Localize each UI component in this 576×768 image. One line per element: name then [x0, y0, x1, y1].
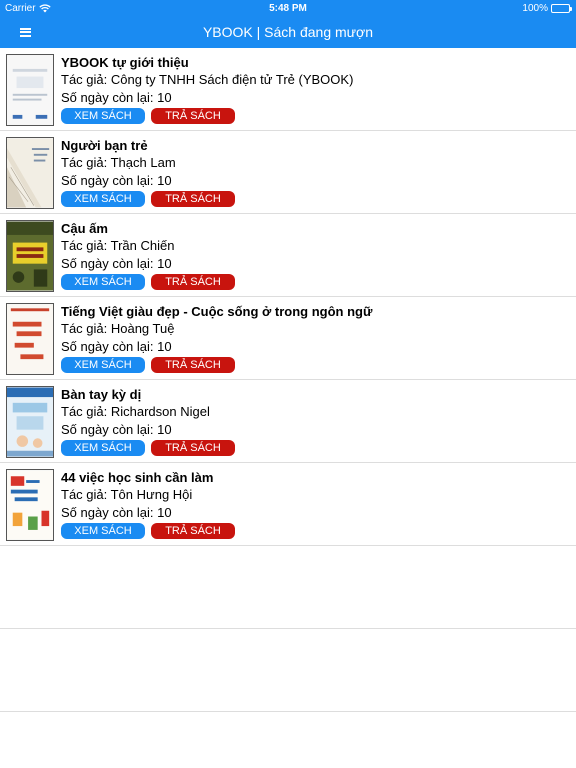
book-cover-image-icon	[7, 221, 53, 291]
book-row: 44 việc học sinh cần làm Tác giả: Tôn Hư…	[0, 463, 576, 546]
return-book-button[interactable]: TRẢ SÁCH	[151, 191, 235, 207]
top-bar: Carrier 5:48 PM 100% YBOOK | Sách đang m…	[0, 0, 576, 48]
battery-info: 100%	[522, 3, 572, 14]
book-title: Người bạn trẻ	[61, 138, 148, 153]
return-book-button[interactable]: TRẢ SÁCH	[151, 357, 235, 373]
status-time: 5:48 PM	[269, 3, 307, 14]
view-book-button[interactable]: XEM SÁCH	[61, 523, 145, 539]
book-cover[interactable]	[6, 137, 54, 209]
book-title: YBOOK tự giới thiệu	[61, 55, 189, 70]
book-cover-image-icon	[7, 304, 53, 374]
empty-row	[0, 629, 576, 712]
book-cover[interactable]	[6, 303, 54, 375]
view-book-button[interactable]: XEM SÁCH	[61, 440, 145, 456]
book-cover-image-icon	[7, 138, 53, 208]
book-days-left: Số ngày còn lại: 10	[61, 422, 172, 437]
view-book-button[interactable]: XEM SÁCH	[61, 191, 145, 207]
status-bar: Carrier 5:48 PM 100%	[0, 0, 576, 16]
book-author: Tác giả: Thạch Lam	[61, 155, 176, 170]
page-title: YBOOK | Sách đang mượn	[202, 24, 374, 40]
book-row: Bàn tay kỳ dị Tác giả: Richardson Nigel …	[0, 380, 576, 463]
book-author: Tác giả: Tôn Hưng Hội	[61, 487, 193, 502]
book-cover[interactable]	[6, 220, 54, 292]
battery-percent: 100%	[522, 3, 548, 14]
book-days-left: Số ngày còn lại: 10	[61, 505, 172, 520]
navigation-bar: YBOOK | Sách đang mượn	[0, 16, 576, 48]
book-days-left: Số ngày còn lại: 10	[61, 339, 172, 354]
book-row: YBOOK tự giới thiệu Tác giả: Công ty TNH…	[0, 48, 576, 131]
return-book-button[interactable]: TRẢ SÁCH	[151, 108, 235, 124]
book-author: Tác giả: Richardson Nigel	[61, 404, 210, 419]
book-list: YBOOK tự giới thiệu Tác giả: Công ty TNH…	[0, 48, 576, 712]
view-book-button[interactable]: XEM SÁCH	[61, 108, 145, 124]
view-book-button[interactable]: XEM SÁCH	[61, 274, 145, 290]
battery-icon	[551, 4, 572, 13]
book-cover-image-icon	[7, 470, 53, 540]
book-days-left: Số ngày còn lại: 10	[61, 173, 172, 188]
book-title: Cậu ấm	[61, 221, 108, 236]
book-title: Bàn tay kỳ dị	[61, 387, 142, 402]
book-author: Tác giả: Hoàng Tuệ	[61, 321, 175, 336]
view-book-button[interactable]: XEM SÁCH	[61, 357, 145, 373]
book-days-left: Số ngày còn lại: 10	[61, 256, 172, 271]
book-row: Tiếng Việt giàu đẹp - Cuộc sống ở trong …	[0, 297, 576, 380]
return-book-button[interactable]: TRẢ SÁCH	[151, 440, 235, 456]
book-title: 44 việc học sinh cần làm	[61, 470, 214, 485]
book-cover[interactable]	[6, 469, 54, 541]
return-book-button[interactable]: TRẢ SÁCH	[151, 523, 235, 539]
return-book-button[interactable]: TRẢ SÁCH	[151, 274, 235, 290]
empty-row	[0, 546, 576, 629]
book-cover[interactable]	[6, 386, 54, 458]
book-author: Tác giả: Trần Chiến	[61, 238, 175, 253]
book-row: Người bạn trẻ Tác giả: Thạch Lam Số ngày…	[0, 131, 576, 214]
book-title: Tiếng Việt giàu đẹp - Cuộc sống ở trong …	[61, 304, 373, 319]
book-cover[interactable]	[6, 54, 54, 126]
book-cover-image-icon	[7, 387, 53, 457]
book-author: Tác giả: Công ty TNHH Sách điện tử Trẻ (…	[61, 72, 354, 87]
book-cover-image-icon	[7, 55, 53, 125]
book-row: Cậu ấm Tác giả: Trần Chiến Số ngày còn l…	[0, 214, 576, 297]
book-days-left: Số ngày còn lại: 10	[61, 90, 172, 105]
